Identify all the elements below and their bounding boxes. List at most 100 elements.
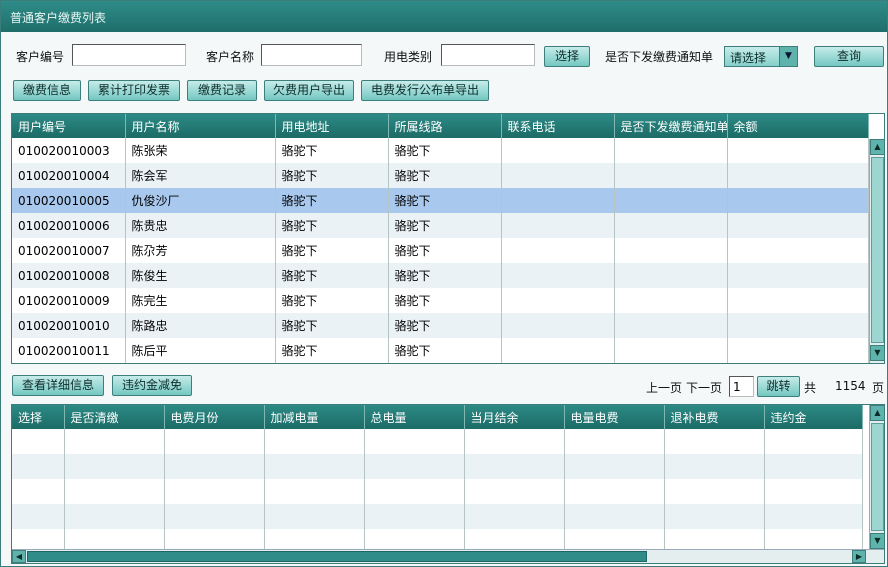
customer-table: 用户编号 用户名称 用电地址 所属线路 联系电话 是否下发缴费通知单 余额 01002001… — [11, 113, 885, 364]
detail-table-cell — [664, 504, 765, 529]
customer-table-cell — [614, 238, 728, 263]
detail-table-column-header[interactable]: 电量电费 — [564, 405, 665, 429]
detail-table-cell — [464, 479, 565, 504]
arrears-export-button[interactable]: 欠费用户导出 — [264, 80, 354, 101]
customer-table-column-header[interactable]: 余额 — [727, 114, 869, 138]
customer-table-cell: 骆驼下 — [275, 188, 389, 213]
customer-table-cell: 骆驼下 — [388, 188, 502, 213]
detail-table-row[interactable] — [12, 429, 863, 454]
customer-table-column-header[interactable]: 用电地址 — [275, 114, 389, 138]
detail-hscroll-thumb[interactable] — [27, 551, 647, 562]
jump-button[interactable]: 跳转 — [757, 376, 800, 397]
customer-table-cell: 骆驼下 — [275, 138, 389, 163]
customer-no-label: 客户编号 — [16, 50, 65, 64]
customer-table-cell: 陈贵忠 — [125, 213, 276, 238]
detail-table-column-header[interactable]: 是否清缴 — [64, 405, 165, 429]
detail-table-cell — [664, 454, 765, 479]
arrow-left-icon[interactable]: ◀ — [12, 550, 26, 563]
query-button[interactable]: 查询 — [814, 46, 884, 67]
elec-type-input[interactable] — [441, 44, 535, 66]
customer-table-cell — [501, 163, 615, 188]
customer-name-input[interactable] — [261, 44, 362, 66]
detail-hscroll[interactable]: ◀ ▶ — [12, 549, 884, 563]
detail-table-cell — [12, 504, 65, 529]
customer-table-column-header[interactable]: 所属线路 — [388, 114, 502, 138]
detail-table-cell — [564, 429, 665, 454]
customer-table-cell — [727, 188, 869, 213]
customer-table-cell — [614, 163, 728, 188]
customer-table-row[interactable]: 010020010006 陈贵忠 骆驼下 骆驼下 — [12, 213, 869, 238]
arrow-up-icon[interactable]: ▲ — [870, 405, 884, 421]
detail-vscroll[interactable]: ▲ ▼ — [869, 405, 884, 550]
penalty-relief-button[interactable]: 违约金减免 — [112, 375, 192, 396]
prev-page-link[interactable]: 上一页 — [646, 379, 682, 396]
detail-table-cell — [564, 454, 665, 479]
customer-table-cell — [727, 313, 869, 338]
detail-table-cell — [464, 504, 565, 529]
customer-table-row[interactable]: 010020010010 陈路忠 骆驼下 骆驼下 — [12, 313, 869, 338]
detail-table-row[interactable] — [12, 504, 863, 529]
cumulative-invoice-button[interactable]: 累计打印发票 — [88, 80, 180, 101]
detail-table-column-header[interactable]: 选择 — [12, 405, 65, 429]
detail-table-row[interactable] — [12, 479, 863, 504]
customer-table-row[interactable]: 010020010008 陈俊生 骆驼下 骆驼下 — [12, 263, 869, 288]
detail-table-cell — [164, 429, 265, 454]
customer-table-cell: 骆驼下 — [275, 338, 389, 363]
chevron-down-icon[interactable]: ▼ — [779, 47, 797, 66]
payment-list-window: 普通客户缴费列表 客户编号 客户名称 用电类别 选择 是否下发缴费通知单 请选择… — [0, 0, 888, 567]
customer-table-row[interactable]: 010020010004 陈会军 骆驼下 骆驼下 — [12, 163, 869, 188]
detail-table-column-header[interactable]: 当月结余 — [464, 405, 565, 429]
page-input[interactable] — [729, 376, 754, 397]
detail-table-cell — [564, 504, 665, 529]
customer-table-cell — [501, 263, 615, 288]
customer-table-cell: 骆驼下 — [388, 313, 502, 338]
customer-no-input[interactable] — [72, 44, 186, 66]
select-button[interactable]: 选择 — [544, 46, 590, 67]
detail-table-cell — [64, 429, 165, 454]
customer-table-row[interactable]: 010020010011 陈后平 骆驼下 骆驼下 — [12, 338, 869, 363]
next-page-link[interactable]: 下一页 — [686, 379, 722, 396]
arrow-up-icon[interactable]: ▲ — [870, 139, 884, 155]
bulletin-export-button[interactable]: 电费发行公布单导出 — [361, 80, 489, 101]
notice-select[interactable]: 请选择 ▼ — [724, 46, 798, 67]
customer-table-column-header[interactable]: 用户编号 — [12, 114, 126, 138]
detail-table: 选择 是否清缴 电费月份 加减电量 总电量 当月结余 电量电费 退补电费 违约金 ▲ ▼ ◀ ▶ — [11, 404, 885, 564]
customer-table-cell — [614, 288, 728, 313]
payment-info-button[interactable]: 缴费信息 — [13, 80, 81, 101]
arrow-right-icon[interactable]: ▶ — [852, 550, 866, 563]
customer-table-cell — [614, 213, 728, 238]
detail-table-cell — [764, 479, 863, 504]
customer-table-row[interactable]: 010020010005 仇俊沙厂 骆驼下 骆驼下 — [12, 188, 869, 213]
customer-table-row[interactable]: 010020010003 陈张荣 骆驼下 骆驼下 — [12, 138, 869, 163]
detail-table-column-header[interactable]: 加减电量 — [264, 405, 365, 429]
customer-table-row[interactable]: 010020010007 陈尕芳 骆驼下 骆驼下 — [12, 238, 869, 263]
customer-vscroll[interactable]: ▲ ▼ — [869, 139, 884, 363]
customer-table-cell — [727, 238, 869, 263]
payment-record-button[interactable]: 缴费记录 — [187, 80, 257, 101]
customer-table-cell — [501, 138, 615, 163]
customer-table-cell: 陈尕芳 — [125, 238, 276, 263]
customer-vscroll-thumb[interactable] — [871, 157, 884, 343]
detail-table-cell — [764, 504, 863, 529]
customer-table-cell — [501, 313, 615, 338]
customer-table-cell — [614, 338, 728, 363]
customer-table-column-header[interactable]: 用户名称 — [125, 114, 276, 138]
detail-table-column-header[interactable]: 违约金 — [764, 405, 863, 429]
detail-table-column-header[interactable]: 退补电费 — [664, 405, 765, 429]
detail-vscroll-thumb[interactable] — [871, 423, 884, 531]
detail-table-column-header[interactable]: 总电量 — [364, 405, 465, 429]
detail-table-cell — [264, 429, 365, 454]
customer-table-cell: 骆驼下 — [388, 138, 502, 163]
customer-table-row[interactable]: 010020010009 陈完生 骆驼下 骆驼下 — [12, 288, 869, 313]
arrow-down-icon[interactable]: ▼ — [870, 345, 884, 361]
customer-table-cell — [501, 288, 615, 313]
view-detail-button[interactable]: 查看详细信息 — [12, 375, 104, 396]
detail-table-cell — [464, 429, 565, 454]
detail-table-column-header[interactable]: 电费月份 — [164, 405, 265, 429]
arrow-down-icon[interactable]: ▼ — [870, 533, 884, 549]
customer-table-cell: 010020010010 — [12, 313, 126, 338]
customer-table-column-header[interactable]: 是否下发缴费通知单 — [614, 114, 728, 138]
detail-table-cell — [164, 504, 265, 529]
customer-table-column-header[interactable]: 联系电话 — [501, 114, 615, 138]
detail-table-row[interactable] — [12, 454, 863, 479]
